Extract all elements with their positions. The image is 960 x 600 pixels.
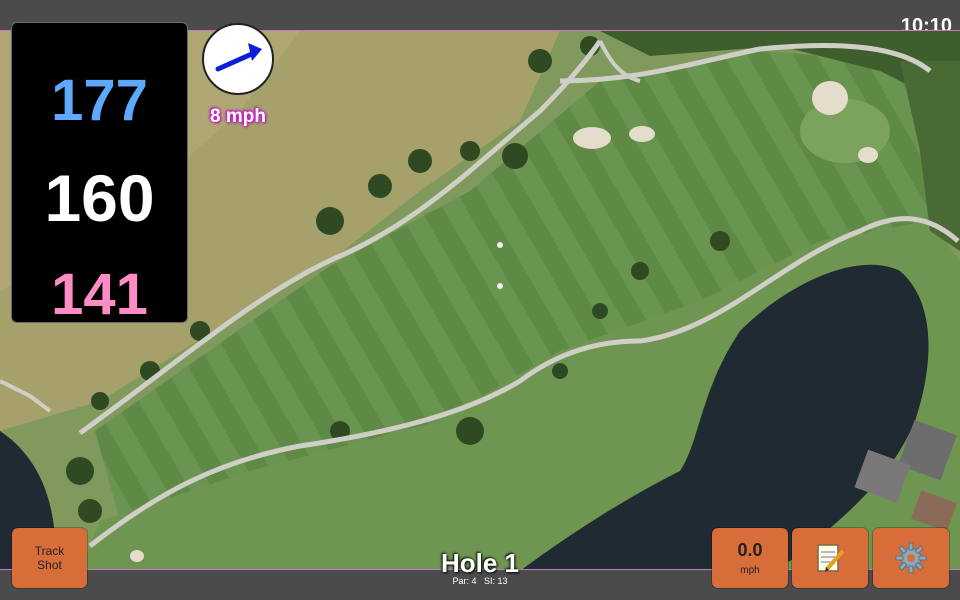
- settings-button[interactable]: [873, 528, 949, 588]
- notes-button[interactable]: [792, 528, 868, 588]
- wind-direction-arrow-icon: [215, 43, 262, 72]
- middle-distance: 160: [44, 161, 155, 235]
- notepad-pencil-icon: [817, 544, 845, 572]
- front-distance: 141: [51, 262, 148, 327]
- track-shot-label: Track Shot: [34, 544, 65, 572]
- distance-panel: 177 160 141: [11, 22, 188, 327]
- shot-speed-unit: mph: [740, 565, 760, 576]
- shot-speed-value: 0.0: [737, 540, 763, 560]
- gear-icon: [895, 542, 927, 574]
- hole-title: Hole 1: [440, 548, 520, 578]
- back-distance: 177: [51, 68, 148, 133]
- track-shot-button[interactable]: Track Shot: [12, 528, 87, 588]
- hole-stroke-index: SI: 13: [484, 576, 508, 586]
- wind-indicator: [202, 23, 274, 95]
- wind-speed: 8 mph: [210, 106, 266, 127]
- hole-par: Par: 4: [452, 576, 477, 586]
- hole-info: Par: 4 SI: 13: [400, 576, 560, 586]
- shot-speed-button[interactable]: 0.0 mph: [712, 528, 788, 588]
